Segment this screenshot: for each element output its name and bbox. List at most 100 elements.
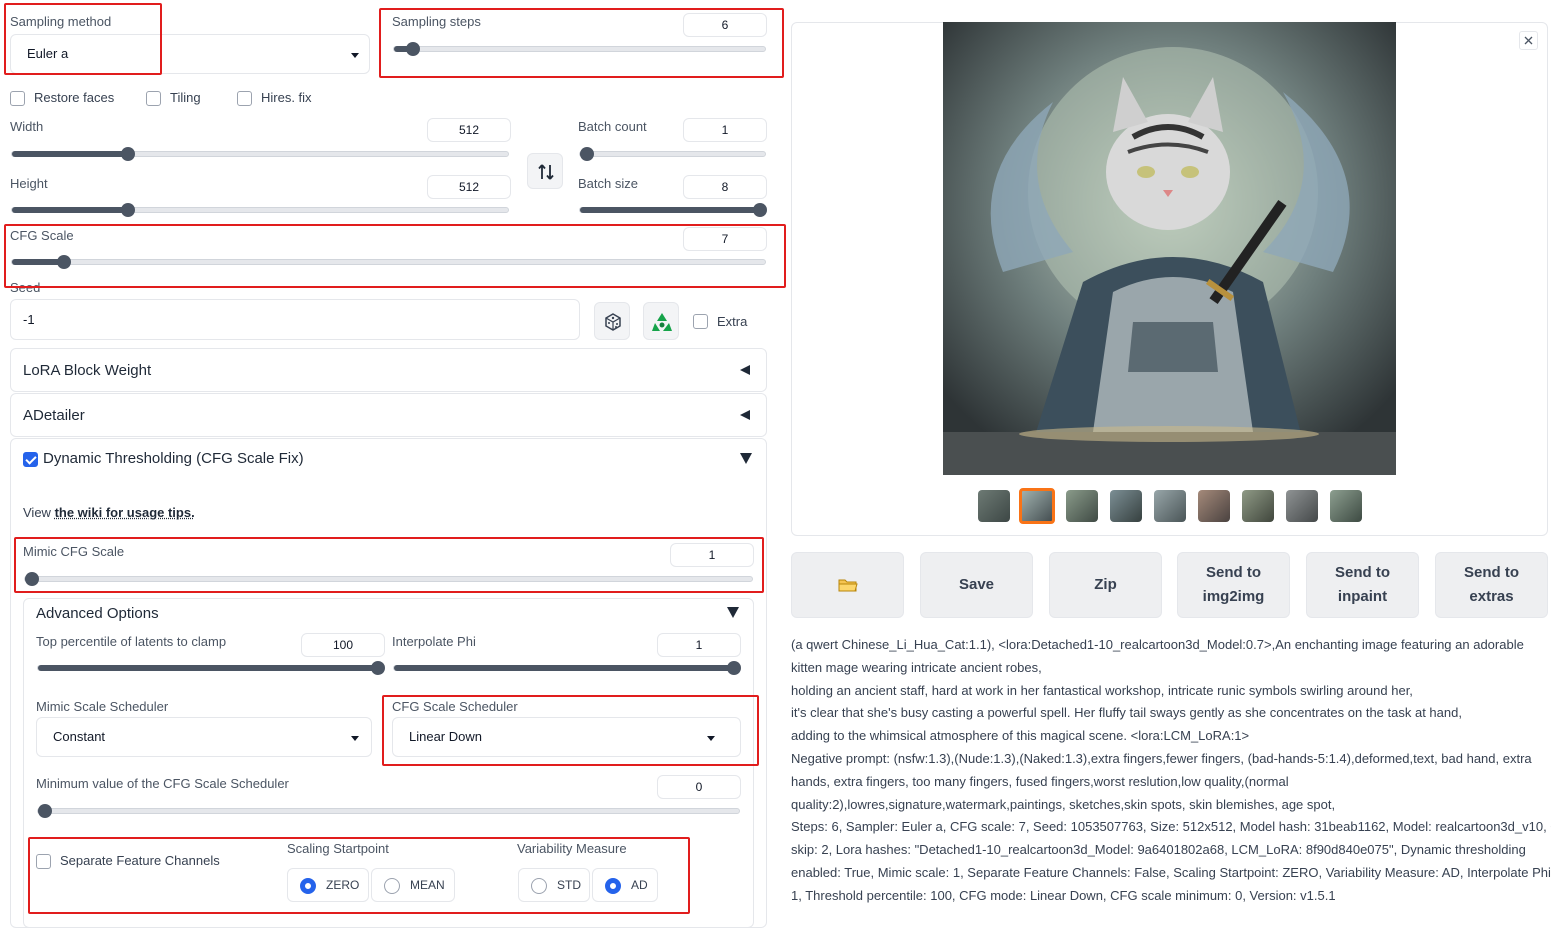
view-text: View	[23, 505, 55, 520]
generation-info: (a qwert Chinese_Li_Hua_Cat:1.1), <lora:…	[791, 634, 1551, 908]
thumbnail-6[interactable]	[1198, 490, 1230, 522]
width-input[interactable]: 512	[427, 118, 511, 142]
dice-icon	[595, 303, 631, 341]
dynamic-thresholding-checkbox[interactable]	[23, 452, 38, 467]
slider-thumb[interactable]	[121, 147, 135, 161]
extra-seed-checkbox[interactable]	[693, 314, 708, 329]
slider-thumb[interactable]	[25, 572, 39, 586]
advanced-options-title[interactable]: Advanced Options	[36, 605, 159, 622]
min-value-slider[interactable]	[37, 808, 740, 814]
top-percentile-input[interactable]: 100	[301, 633, 385, 657]
radio-std[interactable]: STD	[518, 868, 590, 902]
sampling-method-dropdown[interactable]: Euler a	[10, 34, 370, 74]
open-folder-button[interactable]	[791, 552, 904, 618]
expand-triangle-icon[interactable]	[727, 607, 739, 618]
height-input[interactable]: 512	[427, 175, 511, 199]
highlight-box	[4, 224, 786, 288]
close-preview-button[interactable]	[1519, 31, 1538, 50]
thumbnail-9[interactable]	[1330, 490, 1362, 522]
info-line: Negative prompt: (nsfw:1.3),(Nude:1.3),(…	[791, 748, 1551, 771]
slider-thumb[interactable]	[753, 203, 767, 217]
info-line: holding an ancient staff, hard at work i…	[791, 680, 1551, 703]
interpolate-phi-slider[interactable]	[393, 665, 740, 671]
lora-block-weight-accordion[interactable]: LoRA Block Weight	[10, 348, 767, 392]
mimic-cfg-scale-input[interactable]: 1	[670, 543, 754, 567]
thumbnail-2-selected[interactable]	[1019, 488, 1055, 524]
slider-thumb[interactable]	[727, 661, 741, 675]
thumbnail-3[interactable]	[1066, 490, 1098, 522]
restore-faces-checkbox[interactable]	[10, 91, 25, 106]
width-slider[interactable]	[11, 151, 509, 157]
save-button[interactable]: Save	[920, 552, 1033, 618]
tiling-checkbox[interactable]	[146, 91, 161, 106]
top-percentile-slider[interactable]	[37, 665, 384, 671]
reuse-seed-button[interactable]	[643, 302, 679, 340]
tiling-label: Tiling	[170, 90, 201, 105]
min-value-input[interactable]: 0	[657, 775, 741, 799]
swap-dimensions-button[interactable]	[527, 153, 563, 189]
cfg-scale-input[interactable]: 7	[683, 227, 767, 251]
interpolate-phi-input[interactable]: 1	[657, 633, 741, 657]
radio-ad[interactable]: AD	[592, 868, 658, 902]
generated-image[interactable]	[943, 22, 1396, 475]
wiki-text: View the wiki for usage tips.	[23, 505, 195, 520]
mimic-scheduler-dropdown[interactable]: Constant	[36, 717, 372, 757]
radio-zero[interactable]: ZERO	[287, 868, 369, 902]
mimic-scheduler-label: Mimic Scale Scheduler	[36, 699, 168, 714]
zip-button[interactable]: Zip	[1049, 552, 1162, 618]
sampling-steps-input[interactable]: 6	[683, 13, 767, 37]
thumbnail-5[interactable]	[1154, 490, 1186, 522]
batch-size-input[interactable]: 8	[683, 175, 767, 199]
slider-thumb[interactable]	[406, 42, 420, 56]
seed-label: Seed	[10, 280, 40, 295]
hires-fix-checkbox[interactable]	[237, 91, 252, 106]
collapse-triangle-icon	[740, 365, 750, 375]
mimic-cfg-scale-slider[interactable]	[24, 576, 753, 582]
wiki-link[interactable]: the wiki for usage tips.	[55, 505, 195, 520]
width-label: Width	[10, 119, 43, 134]
slider-thumb[interactable]	[371, 661, 385, 675]
chevron-down-icon	[351, 736, 359, 741]
radio-unselected-icon	[384, 878, 400, 894]
send-img2img-line2: img2img	[1203, 585, 1265, 609]
adetailer-accordion[interactable]: ADetailer	[10, 393, 767, 437]
send-to-extras-button[interactable]: Send to extras	[1435, 552, 1548, 618]
thumbnail-4[interactable]	[1110, 490, 1142, 522]
cfg-scheduler-dropdown[interactable]: Linear Down	[392, 717, 741, 757]
batch-count-slider[interactable]	[579, 151, 766, 157]
min-value-label: Minimum value of the CFG Scale Scheduler	[36, 776, 289, 791]
slider-thumb[interactable]	[57, 255, 71, 269]
thumbnail-8[interactable]	[1286, 490, 1318, 522]
thumbnail-1[interactable]	[978, 490, 1010, 522]
random-seed-button[interactable]	[594, 302, 630, 340]
thumbnail-7[interactable]	[1242, 490, 1274, 522]
separate-channels-label: Separate Feature Channels	[60, 853, 220, 868]
slider-thumb[interactable]	[38, 804, 52, 818]
send-extras-line1: Send to	[1464, 561, 1519, 585]
cfg-scale-slider[interactable]	[11, 259, 766, 265]
expand-triangle-icon[interactable]	[740, 453, 752, 464]
top-percentile-label: Top percentile of latents to clamp	[36, 634, 226, 649]
separate-channels-checkbox[interactable]	[36, 854, 51, 869]
sampling-steps-slider[interactable]	[393, 46, 766, 52]
info-line: hands, extra fingers, too many fingers, …	[791, 771, 1551, 794]
height-slider[interactable]	[11, 207, 509, 213]
send-to-inpaint-button[interactable]: Send to inpaint	[1306, 552, 1419, 618]
batch-size-slider[interactable]	[579, 207, 766, 213]
batch-count-label: Batch count	[578, 119, 647, 134]
dynamic-thresholding-title[interactable]: Dynamic Thresholding (CFG Scale Fix)	[43, 450, 304, 467]
seed-input[interactable]: -1	[10, 299, 580, 340]
slider-thumb[interactable]	[121, 203, 135, 217]
radio-zero-label: ZERO	[326, 878, 359, 892]
seed-value: -1	[23, 312, 35, 327]
sampling-steps-label: Sampling steps	[392, 14, 481, 29]
adetailer-title: ADetailer	[23, 407, 85, 424]
info-line: quality:2),lowres,signature,watermark,pa…	[791, 794, 1551, 817]
cfg-scheduler-value: Linear Down	[409, 729, 482, 744]
send-to-img2img-button[interactable]: Send to img2img	[1177, 552, 1290, 618]
slider-thumb[interactable]	[580, 147, 594, 161]
radio-mean[interactable]: MEAN	[371, 868, 455, 902]
close-icon	[1520, 32, 1537, 49]
info-line: adding to the whimsical atmosphere of th…	[791, 725, 1551, 748]
batch-count-input[interactable]: 1	[683, 118, 767, 142]
